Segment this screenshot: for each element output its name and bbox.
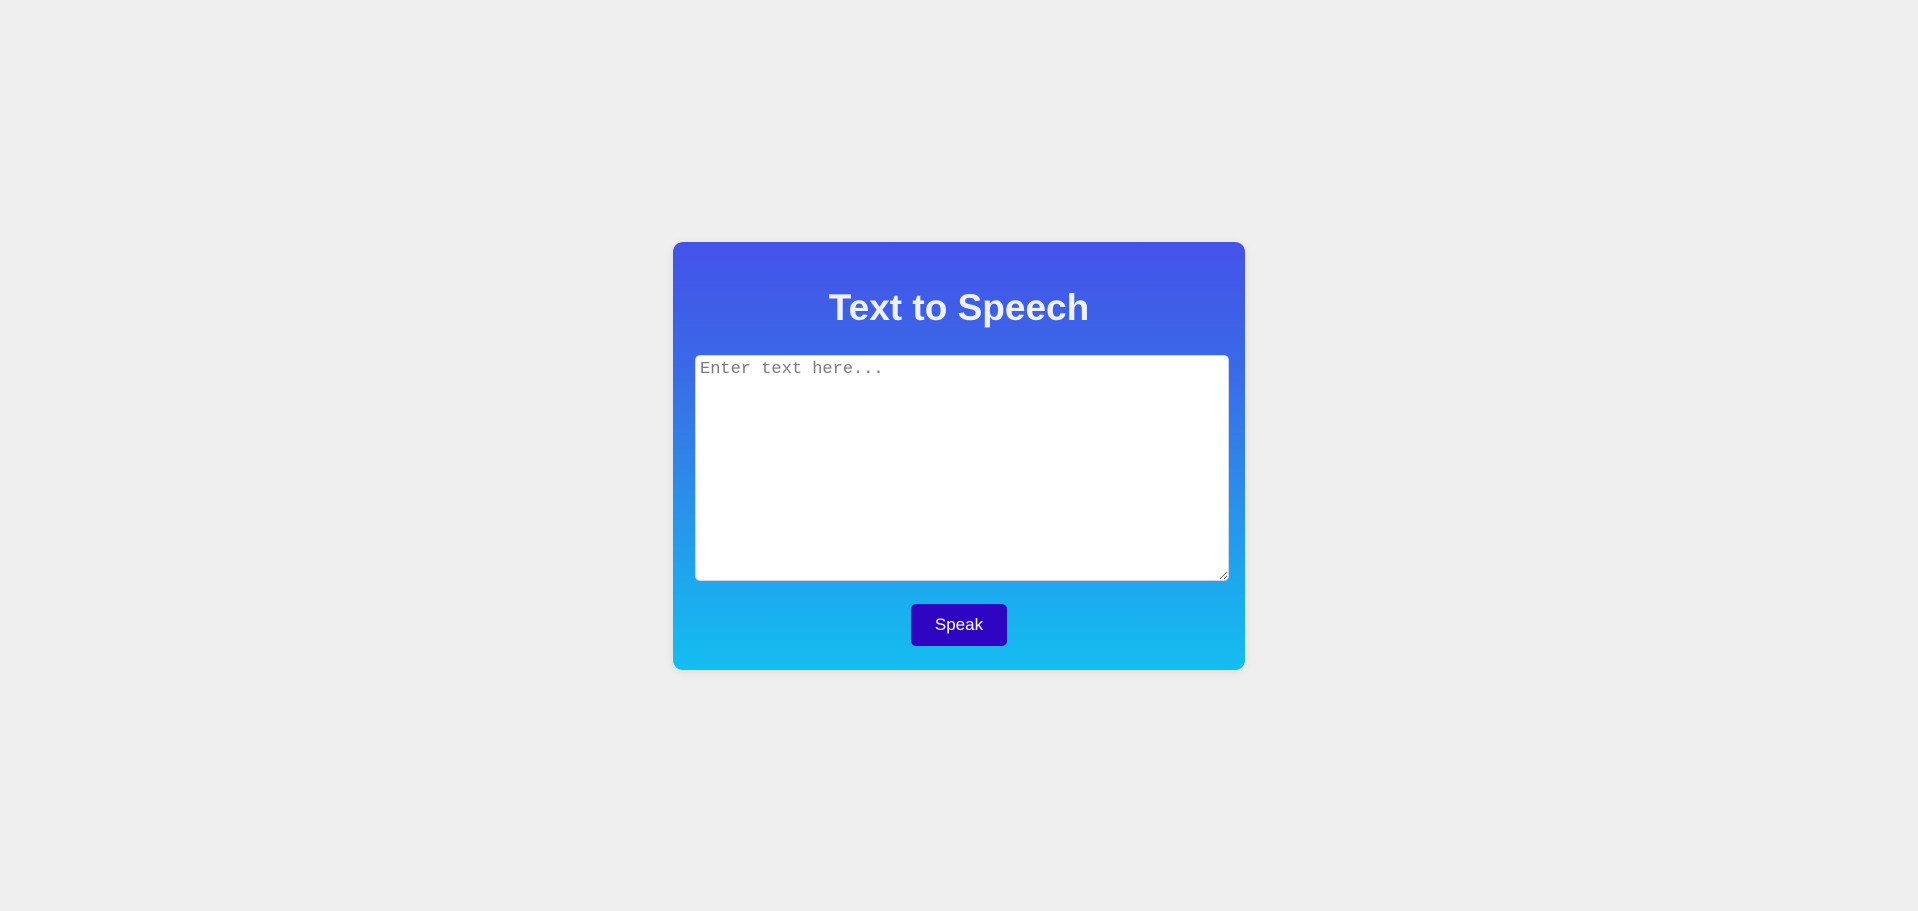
speak-button[interactable]: Speak — [911, 604, 1007, 646]
tts-card: Text to Speech Speak — [673, 242, 1245, 670]
page-title: Text to Speech — [828, 287, 1090, 328]
text-input[interactable] — [695, 355, 1229, 581]
